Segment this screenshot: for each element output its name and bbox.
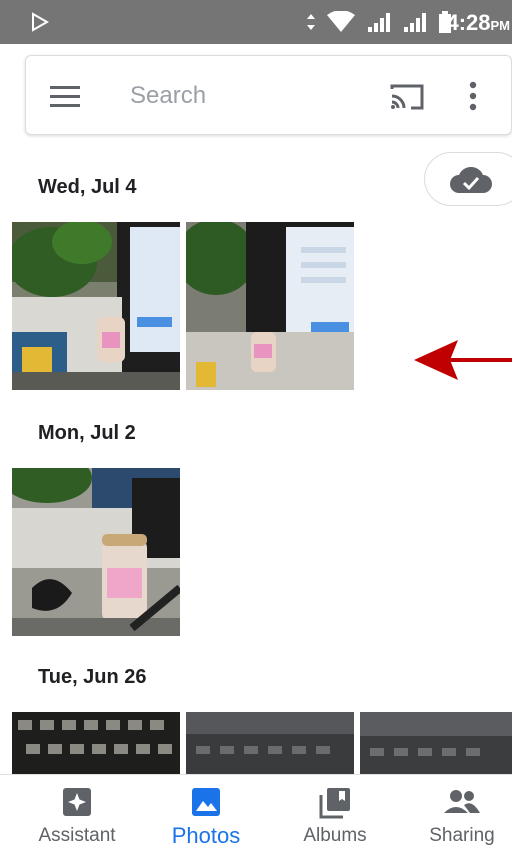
nav-albums[interactable]: Albums <box>271 775 399 851</box>
assistant-icon <box>63 788 91 816</box>
photo-keyboard-dark-2 <box>360 712 512 774</box>
search-bar[interactable]: Search <box>25 55 512 135</box>
vibrate-icon <box>307 14 315 30</box>
status-bar: 4:28PM <box>0 0 512 44</box>
menu-icon[interactable] <box>48 82 82 110</box>
photo-desk-plant-monitor <box>12 222 180 390</box>
sharing-icon <box>444 790 480 813</box>
albums-icon <box>319 788 350 819</box>
cloud-done-icon <box>450 167 492 193</box>
photo-thumbnail[interactable] <box>360 712 512 774</box>
nav-label: Photos <box>171 823 241 848</box>
nav-label: Assistant <box>38 825 116 846</box>
photo-desk-jar <box>12 468 180 636</box>
signal-icon <box>368 13 390 32</box>
photo-thumbnail[interactable] <box>186 712 354 774</box>
clock-ampm: PM <box>490 18 511 33</box>
bottom-navigation: Assistant Photos Albums Sharing <box>0 774 512 851</box>
photo-thumbnail[interactable] <box>186 222 354 390</box>
date-header: Wed, Jul 4 <box>38 176 137 198</box>
photos-icon <box>192 788 220 816</box>
photo-keyboard <box>12 712 180 774</box>
cast-icon[interactable] <box>389 82 425 112</box>
backup-status-button[interactable] <box>424 152 512 206</box>
clock: 4:28PM <box>446 10 510 36</box>
more-options-icon[interactable] <box>466 80 480 112</box>
nav-label: Sharing <box>429 825 495 846</box>
annotation-arrow <box>414 340 512 380</box>
play-store-icon <box>32 12 50 32</box>
photo-desk-monitor-closeup <box>186 222 354 390</box>
search-input[interactable]: Search <box>130 82 206 110</box>
wifi-icon <box>327 11 355 32</box>
date-header: Tue, Jun 26 <box>38 666 147 688</box>
clock-time: 4:28 <box>446 10 491 35</box>
photo-thumbnail[interactable] <box>12 468 180 636</box>
photo-thumbnail[interactable] <box>12 222 180 390</box>
nav-label: Albums <box>303 825 367 846</box>
nav-sharing[interactable]: Sharing <box>398 775 512 851</box>
nav-assistant[interactable]: Assistant <box>13 775 141 851</box>
signal-icon-2 <box>404 13 426 32</box>
nav-photos[interactable]: Photos <box>142 775 270 851</box>
date-header: Mon, Jul 2 <box>38 422 136 444</box>
photo-thumbnail[interactable] <box>12 712 180 774</box>
photo-keyboard-dark <box>186 712 354 774</box>
